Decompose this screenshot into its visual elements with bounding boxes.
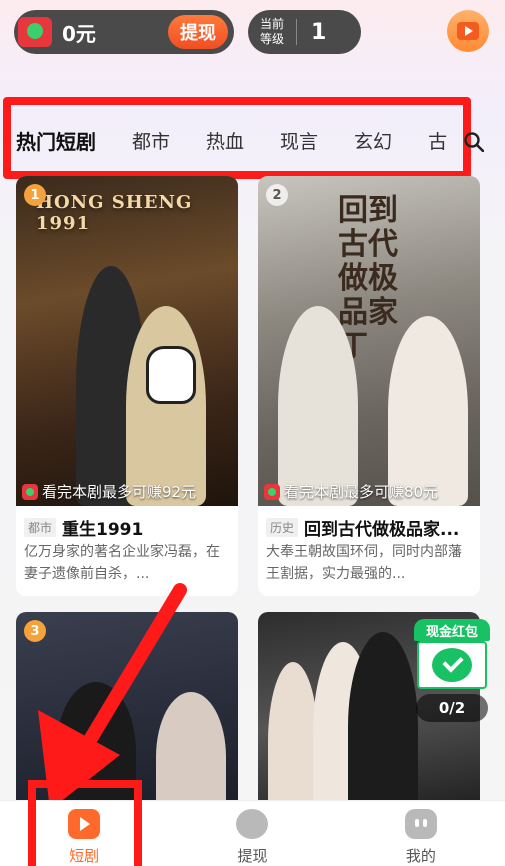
- poster-figure: [268, 662, 318, 812]
- tab-urban[interactable]: 都市: [132, 127, 170, 154]
- level-value: 1: [311, 19, 327, 45]
- drama-card[interactable]: HONG SHENG 1991 1 看完本剧最多可赚92元 都市 重生1991 …: [16, 176, 238, 596]
- top-bar: 0元 提现 当前等级 1: [0, 0, 505, 70]
- packet-label: 现金红包: [414, 619, 490, 641]
- search-icon[interactable]: [464, 132, 484, 152]
- packet-body: [417, 641, 487, 689]
- card-description: 亿万身家的著名企业家冯磊，在妻子遗像前自杀，...: [24, 544, 220, 582]
- poster-image: 回到古代做极品家丁 2 看完本剧最多可赚80元: [258, 176, 480, 506]
- highlight-frame: [28, 780, 142, 866]
- card-title: 重生1991: [62, 519, 144, 540]
- level-pill[interactable]: 当前等级 1: [248, 10, 361, 54]
- poster-title: HONG SHENG 1991: [36, 192, 193, 234]
- rank-badge: 1: [24, 184, 46, 206]
- wechat-pay-icon: [432, 648, 472, 682]
- nav-withdraw[interactable]: 提现: [168, 801, 336, 866]
- wallet-pill[interactable]: 0元 提现: [14, 10, 234, 54]
- wallet-amount: 0元: [62, 21, 96, 46]
- coin-bag-icon: [236, 809, 269, 839]
- poster-figure: [388, 316, 468, 506]
- profile-face-icon: [404, 809, 437, 839]
- title-row: 历史 回到古代做极品家...: [266, 516, 472, 540]
- poster-figure: [278, 306, 358, 506]
- nav-label: 提现: [237, 847, 268, 865]
- tab-modern-romance[interactable]: 现言: [280, 127, 318, 154]
- pointer-hand-icon: [146, 346, 196, 404]
- tab-hot-drama[interactable]: 热门短剧: [16, 126, 96, 155]
- card-description: 大奉王朝故国环伺，同时内部藩王割据，实力最强的...: [266, 544, 462, 582]
- nav-label: 我的: [405, 847, 436, 865]
- tab-fantasy[interactable]: 玄幻: [354, 127, 392, 154]
- card-info: 历史 回到古代做极品家... 大奉王朝故国环伺，同时内部藩王割据，实力最强的..…: [258, 506, 480, 596]
- drama-card[interactable]: 回到古代做极品家丁 2 看完本剧最多可赚80元 历史 回到古代做极品家... 大…: [258, 176, 480, 596]
- rank-badge: 2: [266, 184, 288, 206]
- tab-ancient[interactable]: 古: [428, 127, 447, 154]
- packet-count: 0/2: [416, 694, 488, 722]
- title-row: 都市 重生1991: [24, 516, 230, 540]
- tv-play-icon: [457, 22, 479, 40]
- earn-text: 看完本剧最多可赚92元: [42, 483, 197, 501]
- level-divider: [296, 19, 297, 45]
- earn-note: 看完本剧最多可赚92元: [22, 481, 196, 502]
- card-title: 回到古代做极品家...: [304, 519, 460, 540]
- poster-figure: [348, 632, 418, 812]
- withdraw-button[interactable]: 提现: [168, 15, 228, 49]
- level-label: 当前等级: [260, 17, 285, 46]
- earn-text: 看完本剧最多可赚80元: [284, 483, 439, 501]
- red-packet-icon: [18, 17, 52, 47]
- category-tabs: 热门短剧 都市 热血 现言 玄幻 古: [0, 96, 505, 186]
- poster-image: HONG SHENG 1991 1 看完本剧最多可赚92元: [16, 176, 238, 506]
- red-packet-icon: [22, 483, 38, 500]
- tab-passion[interactable]: 热血: [206, 127, 244, 154]
- tab-list: 热门短剧 都市 热血 现言 玄幻 古: [16, 124, 456, 156]
- cash-red-packet[interactable]: 现金红包: [414, 619, 490, 691]
- genre-tag: 历史: [266, 517, 299, 537]
- red-packet-icon: [264, 483, 280, 500]
- nav-mine[interactable]: 我的: [337, 801, 505, 866]
- poster-figure: [126, 306, 206, 506]
- tv-avatar-icon[interactable]: [447, 10, 489, 52]
- genre-tag: 都市: [24, 517, 57, 537]
- earn-note: 看完本剧最多可赚80元: [264, 481, 438, 502]
